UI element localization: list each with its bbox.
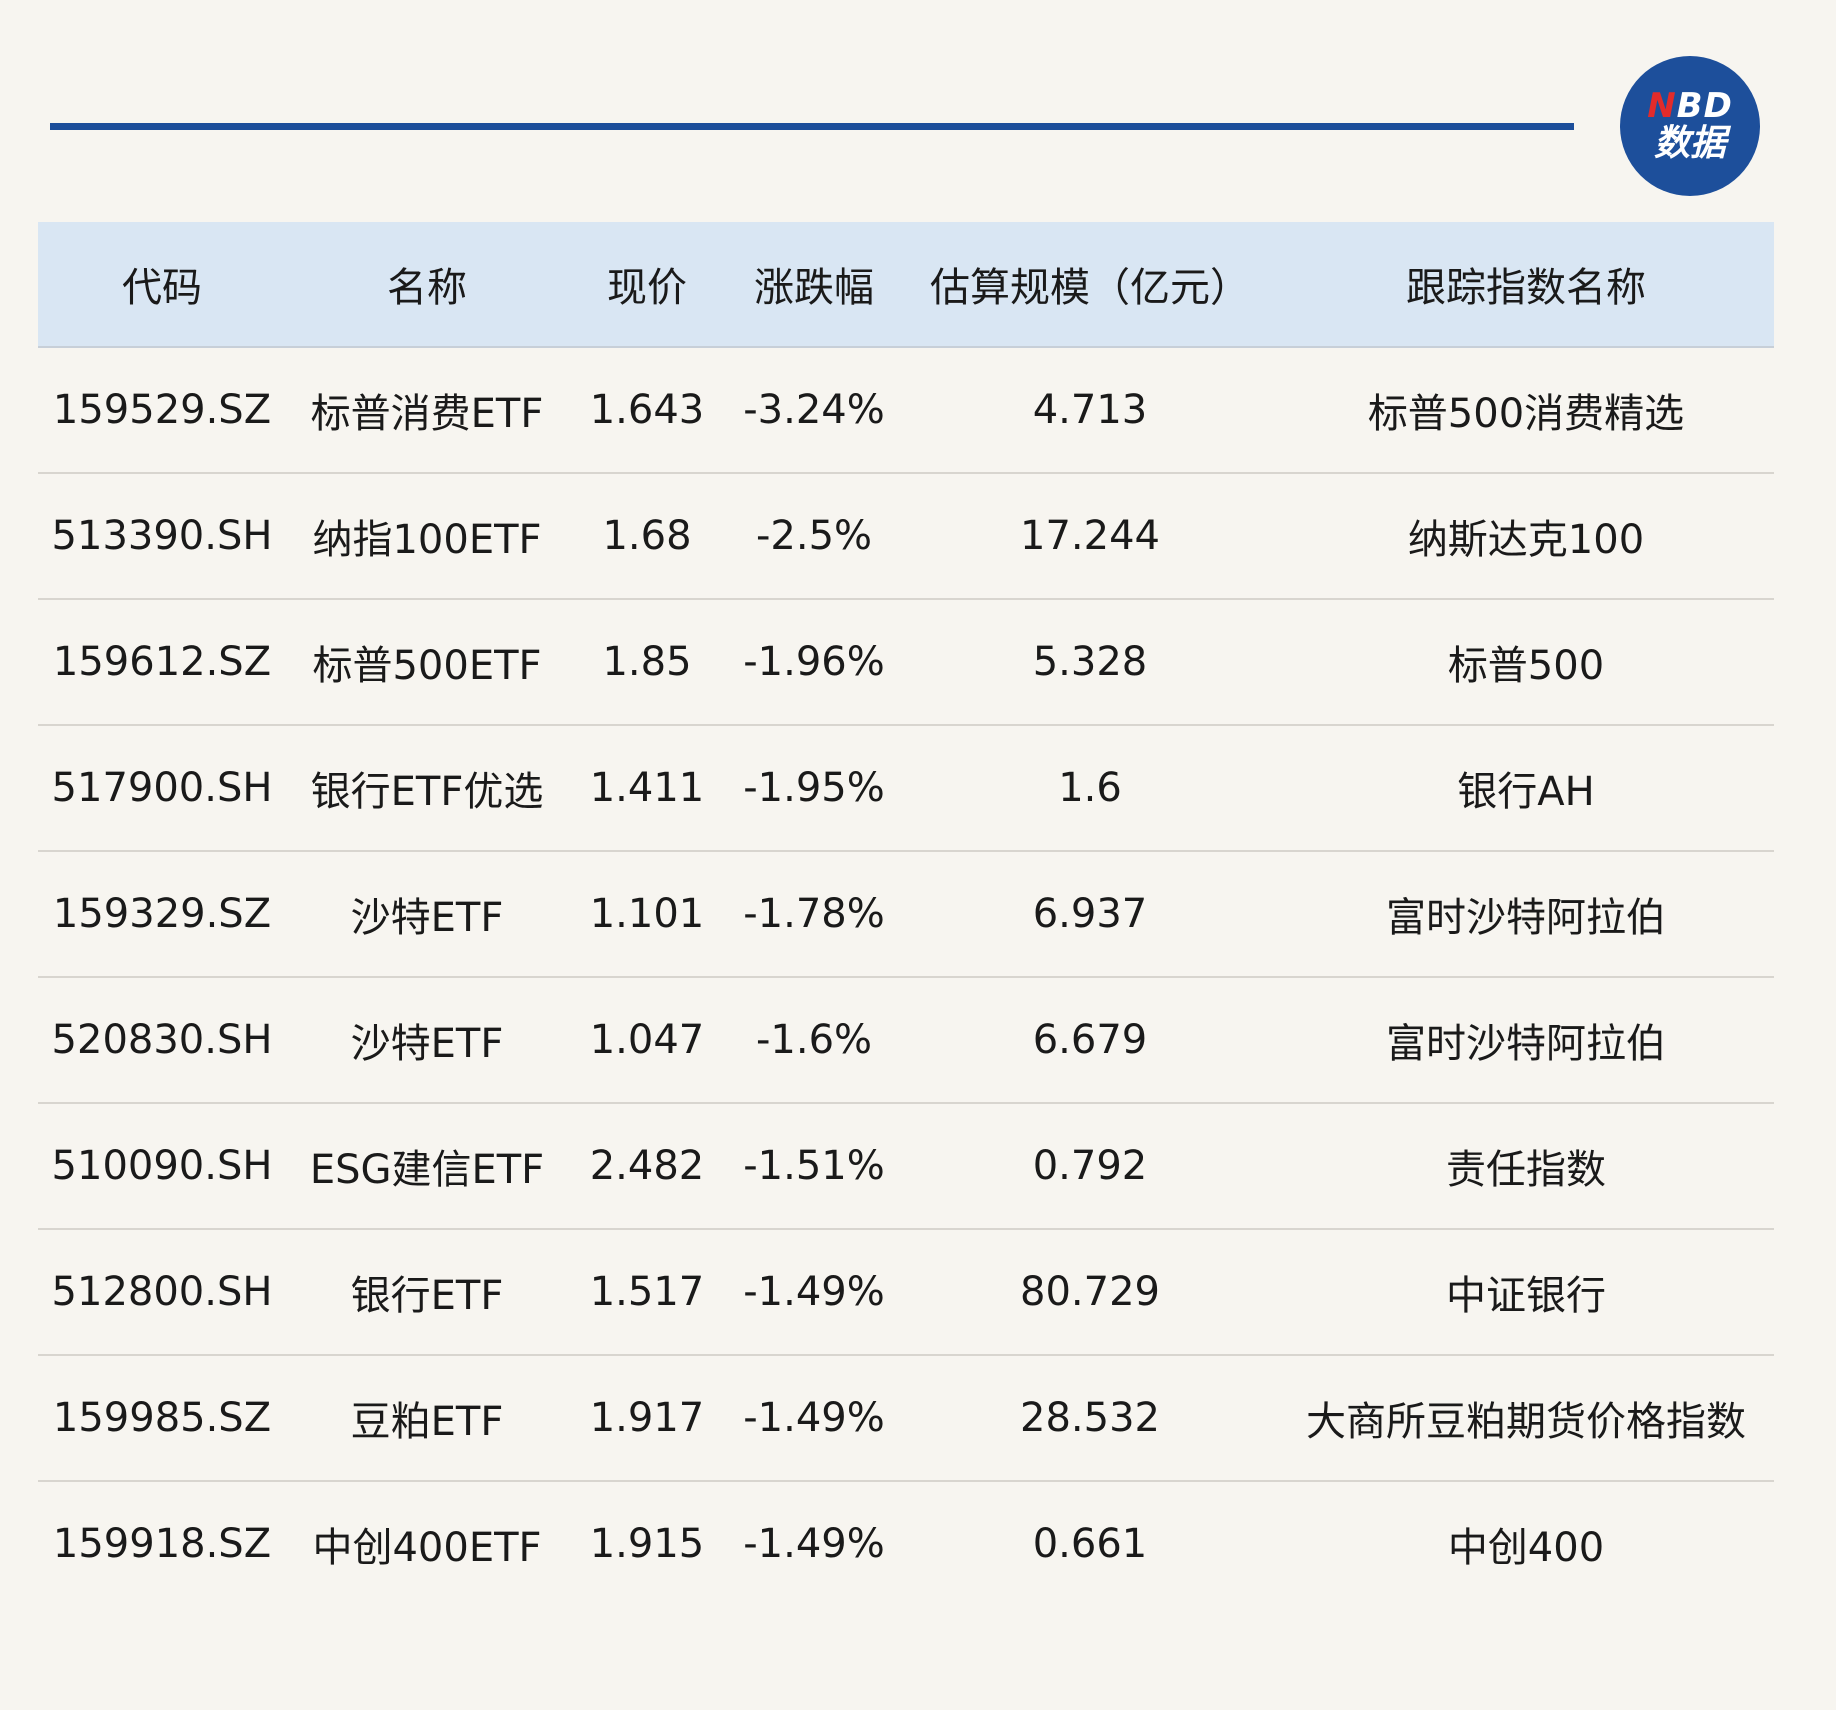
header-change: 涨跌幅 <box>726 222 902 348</box>
top-rule <box>50 123 1574 130</box>
table-header-row: 代码 名称 现价 涨跌幅 估算规模（亿元） 跟踪指数名称 <box>38 222 1774 348</box>
table-row: 520830.SH 沙特ETF 1.047 -1.6% 6.679 富时沙特阿拉伯 <box>38 977 1774 1104</box>
table-row: 517900.SH 银行ETF优选 1.411 -1.95% 1.6 银行AH <box>38 725 1774 852</box>
scale-cell: 17.244 <box>902 473 1278 600</box>
code-cell: 510090.SH <box>38 1103 286 1230</box>
change-cell: -2.5% <box>726 473 902 600</box>
name-cell: 沙特ETF <box>286 851 568 978</box>
change-cell: -1.49% <box>726 1355 902 1482</box>
index-cell: 纳斯达克100 <box>1278 473 1774 600</box>
price-cell: 2.482 <box>568 1103 726 1230</box>
name-cell: ESG建信ETF <box>286 1103 568 1230</box>
nbd-data-logo: NBD 数据 <box>1620 56 1760 196</box>
index-cell: 中证银行 <box>1278 1229 1774 1356</box>
code-cell: 513390.SH <box>38 473 286 600</box>
change-cell: -1.78% <box>726 851 902 978</box>
table-row: 159612.SZ 标普500ETF 1.85 -1.96% 5.328 标普500 <box>38 599 1774 726</box>
code-cell: 520830.SH <box>38 977 286 1104</box>
change-cell: -1.49% <box>743 1521 885 1567</box>
price-cell: 1.047 <box>568 977 726 1104</box>
table-row: 159329.SZ 沙特ETF 1.101 -1.78% 6.937 富时沙特阿拉伯 <box>38 851 1774 978</box>
table-row: 512800.SH 银行ETF 1.517 -1.49% 80.729 中证银行 <box>38 1229 1774 1356</box>
change-cell: -1.49% <box>726 1229 902 1356</box>
name-cell: 中创400ETF <box>312 1525 542 1571</box>
scale-cell: 0.792 <box>902 1103 1278 1230</box>
name-cell: 豆粕ETF <box>286 1355 568 1482</box>
table-row: 159529.SZ 标普消费ETF 1.643 -3.24% 4.713 标普500消费精… <box>38 347 1774 474</box>
scale-cell: 28.532 <box>902 1355 1278 1482</box>
price-cell: 1.101 <box>568 851 726 978</box>
table-row: 510090.SH ESG建信ETF 2.482 -1.51% 0.792 责任指数 <box>38 1103 1774 1230</box>
index-cell: 银行AH <box>1278 725 1774 852</box>
scale-cell: 0.661 <box>1032 1521 1148 1567</box>
change-cell: -1.51% <box>726 1103 902 1230</box>
code-cell: 159918.SZ <box>52 1521 272 1567</box>
price-cell: 1.85 <box>568 599 726 726</box>
index-cell: 标普500 <box>1278 599 1774 726</box>
scale-cell: 4.713 <box>902 347 1278 474</box>
header-code: 代码 <box>38 222 286 348</box>
code-cell: 159529.SZ <box>38 347 286 474</box>
code-cell: 517900.SH <box>38 725 286 852</box>
index-cell: 标普500消费精选 <box>1278 347 1774 474</box>
change-cell: -1.96% <box>726 599 902 726</box>
index-cell: 责任指数 <box>1278 1103 1774 1230</box>
price-cell: 1.917 <box>568 1355 726 1482</box>
change-cell: -3.24% <box>726 347 902 474</box>
code-cell: 159985.SZ <box>38 1355 286 1482</box>
change-cell: -1.6% <box>726 977 902 1104</box>
index-cell: 中创400 <box>1447 1525 1605 1571</box>
scale-cell: 6.679 <box>902 977 1278 1104</box>
scale-cell: 5.328 <box>902 599 1278 726</box>
table-row: 159985.SZ 豆粕ETF 1.917 -1.49% 28.532 大商所豆粕期货价格… <box>38 1355 1774 1482</box>
code-cell: 159329.SZ <box>38 851 286 978</box>
price-cell: 1.517 <box>568 1229 726 1356</box>
change-cell: -1.95% <box>726 725 902 852</box>
etf-table: 代码 名称 现价 涨跌幅 估算规模（亿元） 跟踪指数名称 159529.SZ 标普… <box>38 222 1774 1606</box>
header-scale: 估算规模（亿元） <box>902 222 1278 348</box>
name-cell: 标普消费ETF <box>286 347 568 474</box>
table-row: 159918.SZ 中创400ETF 1.915 -1.49% 0.661 中创400 <box>38 1481 1774 1606</box>
name-cell: 银行ETF优选 <box>286 725 568 852</box>
header-name: 名称 <box>286 222 568 348</box>
name-cell: 标普500ETF <box>286 599 568 726</box>
header-price: 现价 <box>568 222 726 348</box>
name-cell: 纳指100ETF <box>286 473 568 600</box>
price-cell: 1.915 <box>589 1521 705 1567</box>
price-cell: 1.411 <box>568 725 726 852</box>
index-cell: 富时沙特阿拉伯 <box>1278 851 1774 978</box>
code-cell: 512800.SH <box>38 1229 286 1356</box>
logo-line2: 数据 <box>1653 122 1726 164</box>
price-cell: 1.68 <box>568 473 726 600</box>
index-cell: 大商所豆粕期货价格指数 <box>1278 1355 1774 1482</box>
index-cell: 富时沙特阿拉伯 <box>1278 977 1774 1104</box>
logo-line1: NBD <box>1647 86 1733 127</box>
price-cell: 1.643 <box>568 347 726 474</box>
scale-cell: 80.729 <box>902 1229 1278 1356</box>
name-cell: 银行ETF <box>286 1229 568 1356</box>
code-cell: 159612.SZ <box>38 599 286 726</box>
header-index: 跟踪指数名称 <box>1278 222 1774 348</box>
name-cell: 沙特ETF <box>286 977 568 1104</box>
scale-cell: 6.937 <box>902 851 1278 978</box>
table-row: 513390.SH 纳指100ETF 1.68 -2.5% 17.244 纳斯达克100 <box>38 473 1774 600</box>
scale-cell: 1.6 <box>902 725 1278 852</box>
